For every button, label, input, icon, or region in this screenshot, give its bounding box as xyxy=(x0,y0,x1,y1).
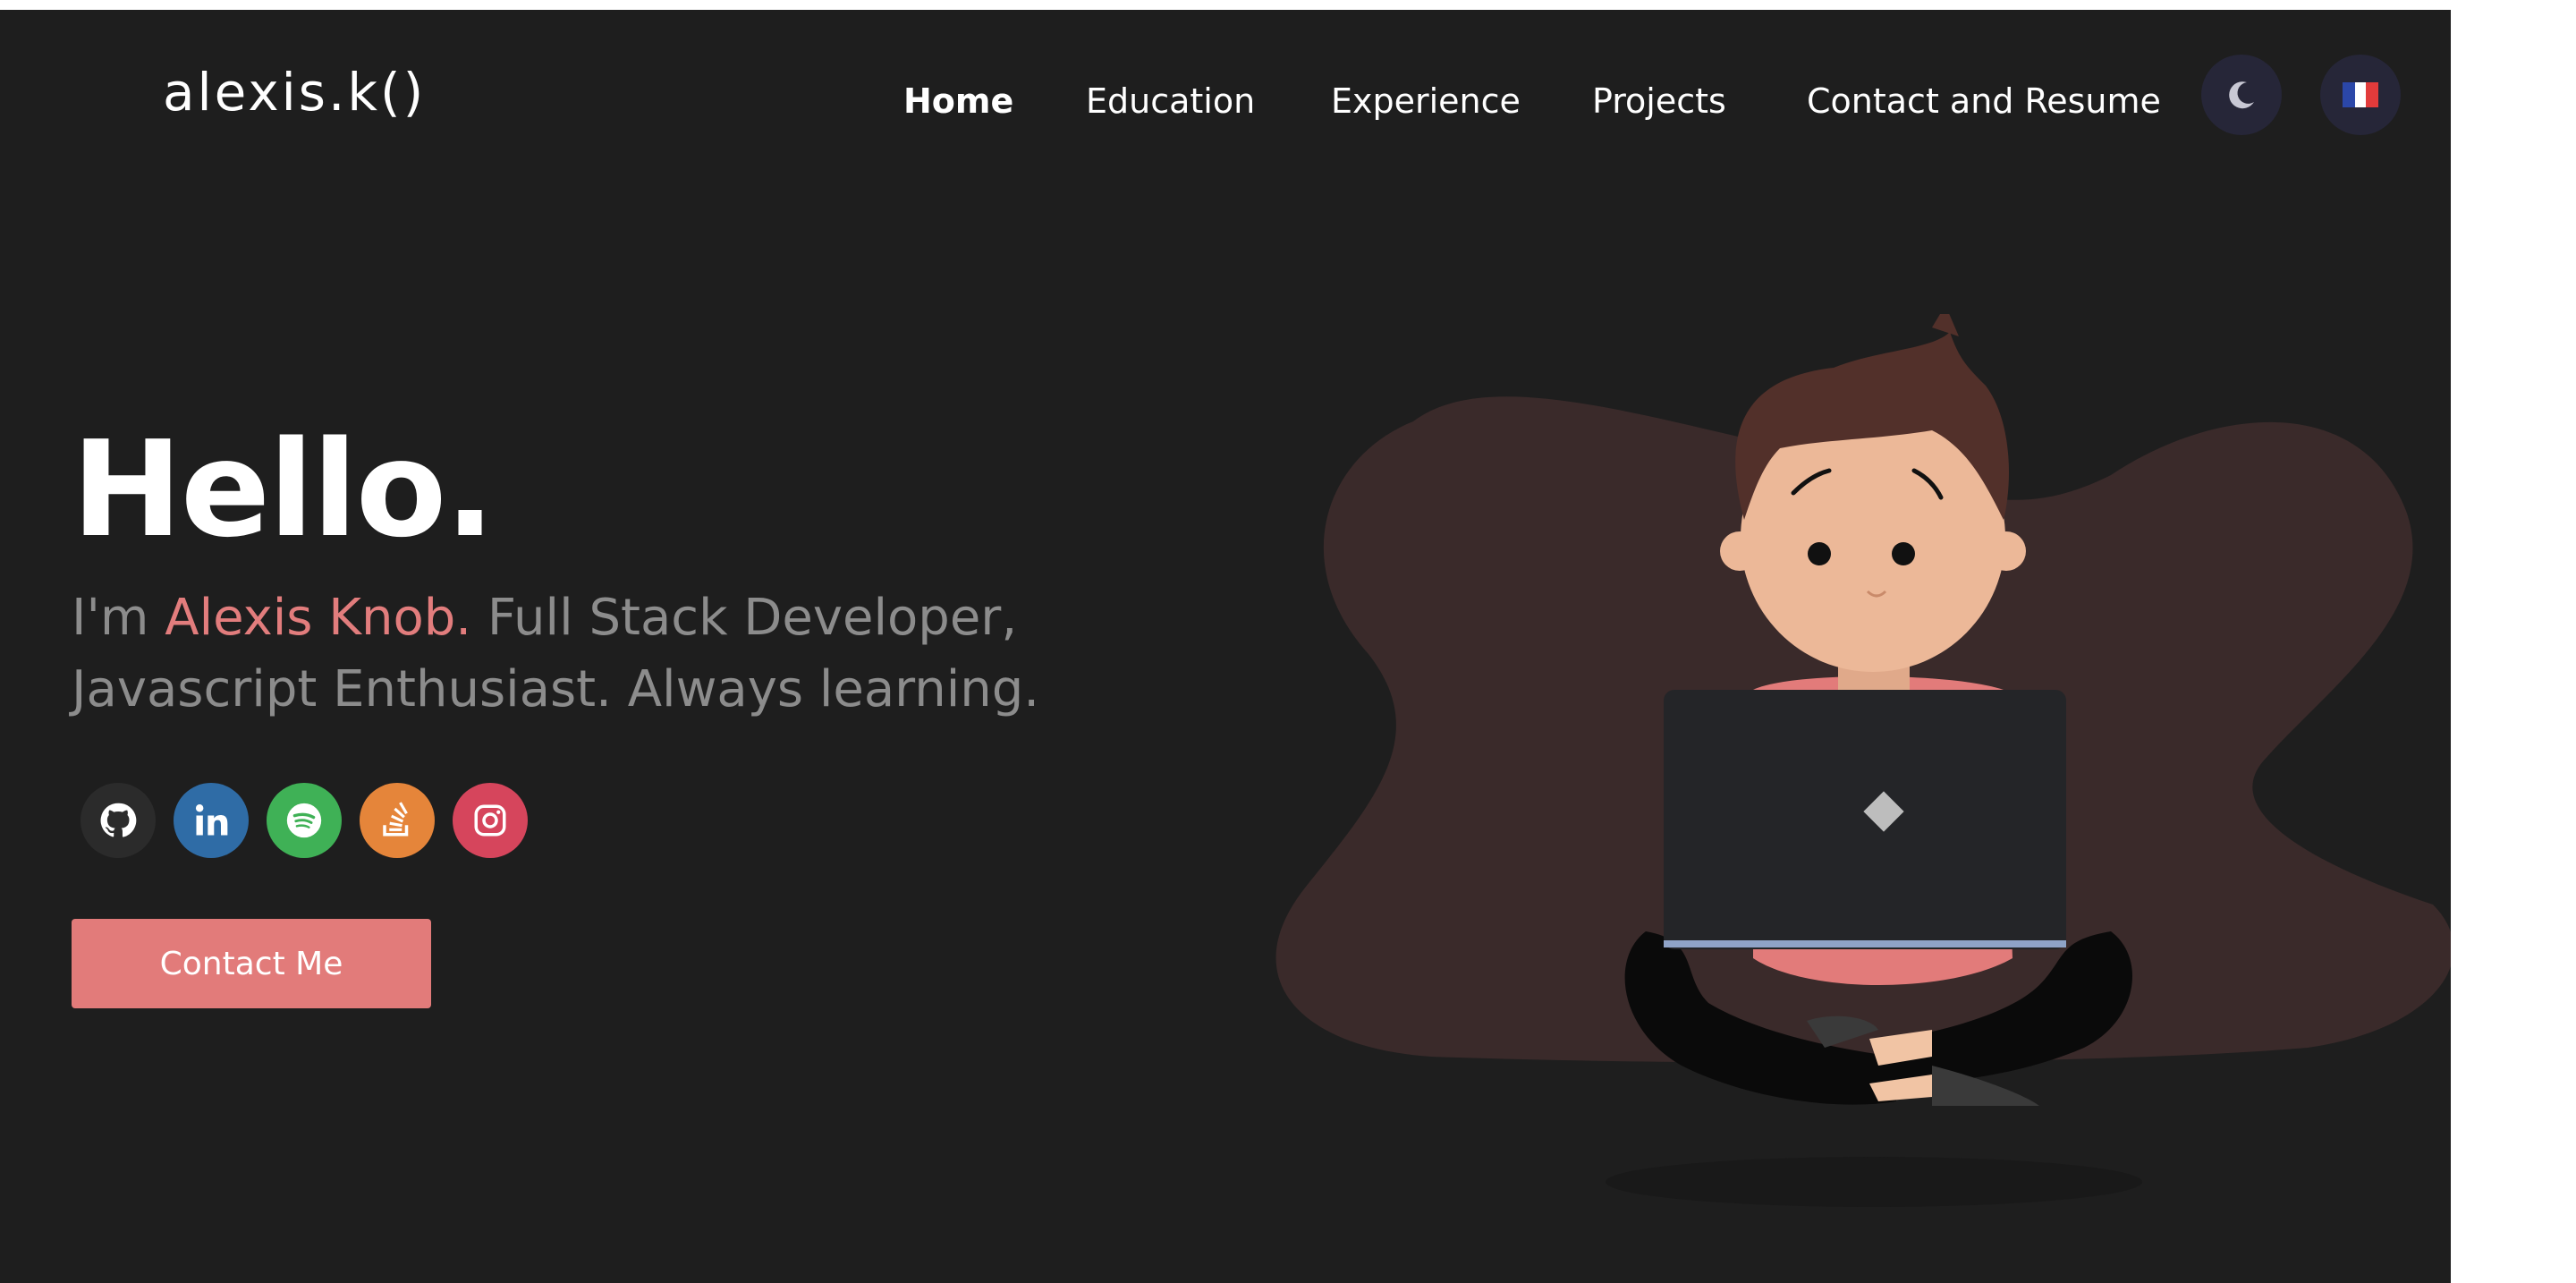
developer-illustration xyxy=(1275,314,2451,1207)
nav-home[interactable]: Home xyxy=(903,81,1013,121)
linkedin-icon xyxy=(195,804,228,836)
stackoverflow-icon xyxy=(383,802,409,837)
nav-contact-resume[interactable]: Contact and Resume xyxy=(1807,81,2161,121)
page: alexis.k() Home Education Experience Pro… xyxy=(0,10,2451,1283)
nav-projects[interactable]: Projects xyxy=(1592,81,1726,121)
instagram-icon xyxy=(474,804,506,837)
theme-toggle-button[interactable] xyxy=(2201,55,2282,135)
main-nav: Home Education Experience Projects Conta… xyxy=(0,81,2451,126)
intro-prefix: I'm xyxy=(72,589,165,647)
moon-icon xyxy=(2229,81,2254,109)
github-icon xyxy=(100,803,137,837)
linkedin-link[interactable] xyxy=(174,783,249,858)
french-flag-icon xyxy=(2343,82,2378,107)
spotify-link[interactable] xyxy=(267,783,342,858)
instagram-link[interactable] xyxy=(453,783,528,858)
language-toggle-button[interactable] xyxy=(2320,55,2401,135)
hero-greeting: Hello. xyxy=(72,412,496,566)
nav-education[interactable]: Education xyxy=(1086,81,1255,121)
contact-me-button[interactable]: Contact Me xyxy=(72,919,431,1008)
spotify-icon xyxy=(286,803,322,838)
intro-name: Alexis Knob. xyxy=(165,589,472,647)
nav-experience[interactable]: Experience xyxy=(1331,81,1521,121)
hero-intro: I'm Alexis Knob. Full Stack Developer, J… xyxy=(72,582,1145,726)
github-link[interactable] xyxy=(80,783,156,858)
stackoverflow-link[interactable] xyxy=(360,783,435,858)
